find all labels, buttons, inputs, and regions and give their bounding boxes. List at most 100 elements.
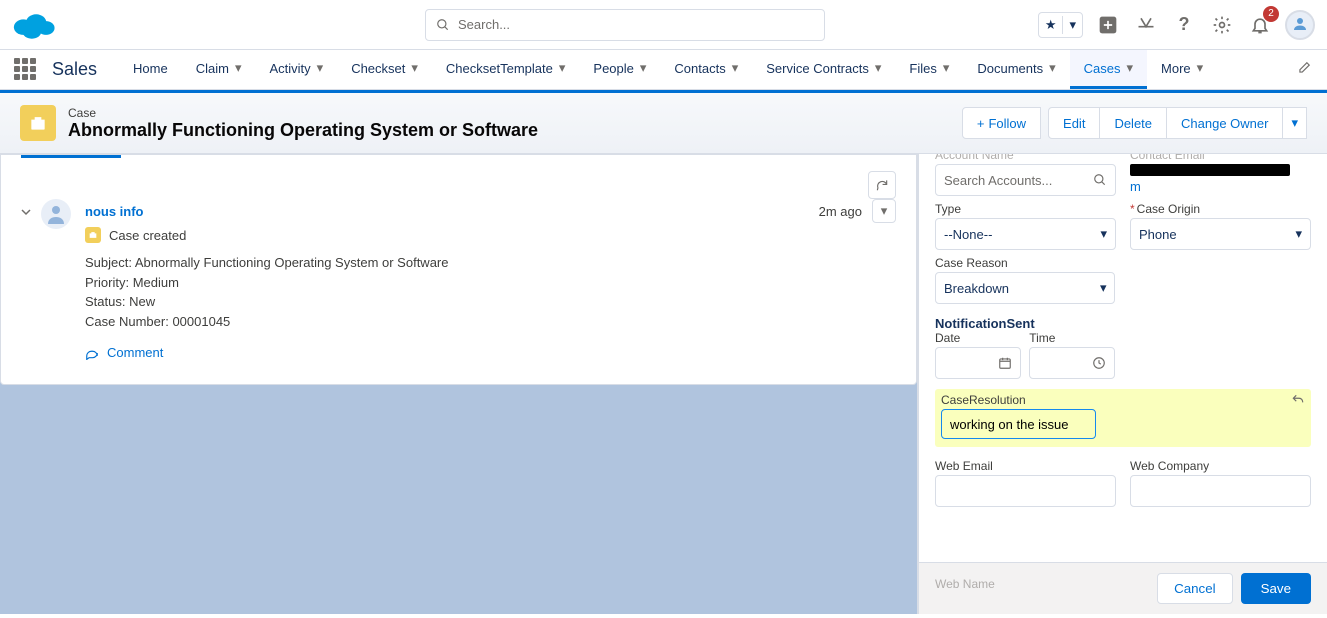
resolution-input[interactable] — [941, 409, 1096, 439]
time-input[interactable] — [1029, 347, 1115, 379]
chevron-down-icon: ▾ — [875, 60, 882, 76]
date-label: Date — [935, 331, 1021, 345]
global-header: Search... ★▾ ? 2 — [0, 0, 1327, 50]
comment-button[interactable]: Comment — [85, 345, 896, 360]
reason-select[interactable]: Breakdown▾ — [935, 272, 1115, 304]
nav-item-activity[interactable]: Activity▾ — [255, 50, 337, 89]
help-icon[interactable]: ? — [1171, 12, 1197, 38]
chevron-down-icon: ▾ — [732, 60, 739, 76]
type-select[interactable]: --None--▾ — [935, 218, 1116, 250]
nav-items: HomeClaim▾Activity▾Checkset▾ChecksetTemp… — [119, 50, 1217, 89]
setup-gear-icon[interactable] — [1209, 12, 1235, 38]
webemail-label: Web Email — [935, 459, 1116, 473]
global-search[interactable]: Search... — [425, 9, 825, 41]
chevron-down-icon: ▾ — [1100, 226, 1107, 242]
chevron-down-icon: ▾ — [1063, 17, 1082, 33]
notifications-icon[interactable]: 2 — [1247, 12, 1273, 38]
nav-item-more[interactable]: More▾ — [1147, 50, 1217, 89]
delete-button[interactable]: Delete — [1099, 107, 1167, 139]
account-placeholder: Search Accounts... — [944, 173, 1052, 188]
detail-sidebar: Account Name Search Accounts... Contact … — [917, 154, 1327, 614]
nav-item-service-contracts[interactable]: Service Contracts▾ — [752, 50, 895, 89]
feed-event: Case created — [109, 228, 186, 243]
edit-nav-icon[interactable] — [1297, 61, 1311, 78]
comment-icon — [85, 346, 99, 360]
nav-item-claim[interactable]: Claim▾ — [182, 50, 256, 89]
time-label: Time — [1029, 331, 1115, 345]
clock-icon — [1092, 356, 1106, 370]
star-icon: ★ — [1039, 17, 1063, 33]
nav-item-checksettemplate[interactable]: ChecksetTemplate▾ — [432, 50, 579, 89]
resolution-field-highlight: CaseResolution — [935, 389, 1311, 447]
undo-icon[interactable] — [1291, 393, 1305, 410]
salesforce-logo — [12, 10, 56, 40]
nav-item-home[interactable]: Home — [119, 50, 182, 89]
account-lookup[interactable]: Search Accounts... — [935, 164, 1116, 196]
record-type: Case — [68, 106, 538, 120]
account-label: Account Name — [935, 154, 1116, 162]
case-icon — [20, 105, 56, 141]
chevron-down-icon: ▾ — [640, 60, 647, 76]
resolution-label: CaseResolution — [941, 393, 1305, 407]
date-input[interactable] — [935, 347, 1021, 379]
edit-button[interactable]: Edit — [1048, 107, 1100, 139]
notification-badge: 2 — [1263, 6, 1279, 22]
follow-button[interactable]: +Follow — [962, 107, 1041, 139]
contact-email-value[interactable]: m — [1130, 164, 1311, 194]
feed-user[interactable]: nous info — [85, 204, 144, 219]
calendar-icon — [998, 356, 1012, 370]
app-launcher-icon[interactable] — [14, 58, 38, 82]
nav-item-contacts[interactable]: Contacts▾ — [660, 50, 752, 89]
favorites-button[interactable]: ★▾ — [1038, 12, 1083, 38]
search-placeholder: Search... — [458, 17, 510, 32]
collapse-icon[interactable] — [21, 205, 31, 360]
search-icon — [1093, 173, 1107, 187]
chevron-down-icon: ▾ — [559, 60, 566, 76]
notification-label: NotificationSent — [935, 316, 1311, 331]
nav-item-files[interactable]: Files▾ — [895, 50, 963, 89]
chevron-down-icon: ▾ — [1197, 60, 1204, 76]
chevron-down-icon: ▾ — [411, 60, 418, 76]
type-label: Type — [935, 202, 1116, 216]
more-actions-button[interactable]: ▾ — [1282, 107, 1307, 139]
cancel-button[interactable]: Cancel — [1157, 573, 1233, 604]
salesforce-help-icon[interactable] — [1133, 12, 1159, 38]
chevron-down-icon: ▾ — [317, 60, 324, 76]
form-footer: Web Name Cancel Save — [919, 562, 1327, 614]
chevron-down-icon: ▾ — [1049, 60, 1056, 76]
feed-card: nous info 2m ago ▾ Case created Subject:… — [0, 154, 917, 385]
origin-select[interactable]: Phone▾ — [1130, 218, 1311, 250]
webcompany-input[interactable] — [1130, 475, 1311, 507]
reason-label: Case Reason — [935, 256, 1115, 270]
user-avatar[interactable] — [1285, 10, 1315, 40]
follow-label: Follow — [988, 116, 1026, 131]
plus-icon: + — [977, 116, 985, 131]
chevron-down-icon: ▾ — [1100, 280, 1107, 296]
feed-menu-button[interactable]: ▾ — [872, 199, 896, 223]
chevron-down-icon: ▾ — [1295, 226, 1302, 242]
feed-time: 2m ago — [819, 204, 862, 219]
nav-bar: Sales HomeClaim▾Activity▾Checkset▾Checks… — [0, 50, 1327, 90]
record-title: Abnormally Functioning Operating System … — [68, 120, 538, 141]
nav-item-people[interactable]: People▾ — [579, 50, 660, 89]
nav-item-checkset[interactable]: Checkset▾ — [337, 50, 432, 89]
add-icon[interactable] — [1095, 12, 1121, 38]
nav-item-cases[interactable]: Cases▾ — [1070, 50, 1147, 89]
nav-item-documents[interactable]: Documents▾ — [963, 50, 1069, 89]
contact-email-label: Contact Email — [1130, 154, 1311, 162]
feed-details: Subject: Abnormally Functioning Operatin… — [85, 253, 896, 331]
chevron-down-icon: ▾ — [235, 60, 242, 76]
feed-avatar — [41, 199, 71, 229]
refresh-button[interactable] — [868, 171, 896, 199]
webcompany-label: Web Company — [1130, 459, 1311, 473]
chevron-down-icon: ▾ — [943, 60, 950, 76]
origin-label: *Case Origin — [1130, 202, 1311, 216]
webemail-input[interactable] — [935, 475, 1116, 507]
chevron-down-icon: ▾ — [1127, 60, 1134, 76]
app-name: Sales — [52, 59, 97, 80]
webname-label: Web Name — [935, 577, 995, 591]
search-icon — [436, 18, 450, 32]
change-owner-button[interactable]: Change Owner — [1166, 107, 1283, 139]
record-header: Case Abnormally Functioning Operating Sy… — [0, 90, 1327, 154]
save-button[interactable]: Save — [1241, 573, 1311, 604]
